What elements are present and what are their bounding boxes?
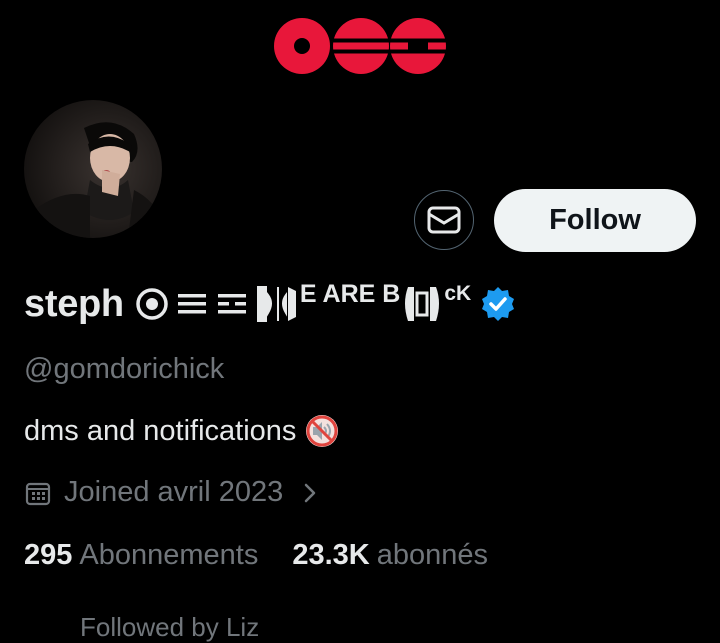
split-bar-icon <box>217 294 246 314</box>
followed-by[interactable]: Followed by Liz <box>24 612 259 643</box>
stylized-a-icon <box>405 287 440 321</box>
joined-text: Joined avril 2023 <box>64 476 284 508</box>
profile-stats: 295 Abonnements 23.3K abonnés <box>24 539 488 572</box>
following-link[interactable]: 295 Abonnements <box>24 539 258 572</box>
speaker-muted-icon <box>306 415 339 447</box>
profile-joined[interactable]: Joined avril 2023 <box>24 476 321 509</box>
followers-count: 23.3K <box>292 539 370 571</box>
triple-bar-icon <box>177 294 206 314</box>
avatar[interactable] <box>24 100 162 238</box>
follow-button[interactable]: Follow <box>494 189 696 252</box>
display-name: steph <box>24 282 124 325</box>
followed-by-text: Followed by Liz <box>80 612 260 642</box>
profile-bio: dms and notifications <box>24 413 340 449</box>
banner-logo <box>274 18 449 74</box>
profile-handle: @gomdorichick <box>24 353 225 385</box>
bio-text: dms and notifications <box>24 414 297 447</box>
followers-label: abonnés <box>376 539 489 571</box>
message-button[interactable] <box>414 190 474 250</box>
followers-link[interactable]: 23.3K abonnés <box>292 539 488 572</box>
calendar-icon <box>25 482 51 505</box>
display-name-row: steph E ARE B cK <box>24 278 517 330</box>
verified-badge-icon[interactable] <box>479 285 517 323</box>
display-name-tail-2: cK <box>444 282 472 305</box>
following-label: Abonnements <box>79 539 259 571</box>
chevron-right-icon <box>305 483 316 502</box>
following-count: 295 <box>24 539 73 571</box>
display-name-emblems: E ARE B cK <box>134 279 517 325</box>
display-name-tail-1: E ARE B <box>299 279 401 308</box>
stylized-w-icon <box>256 286 296 322</box>
mail-icon <box>427 206 461 234</box>
avatar-image <box>24 100 162 238</box>
target-circle-icon <box>136 288 168 320</box>
